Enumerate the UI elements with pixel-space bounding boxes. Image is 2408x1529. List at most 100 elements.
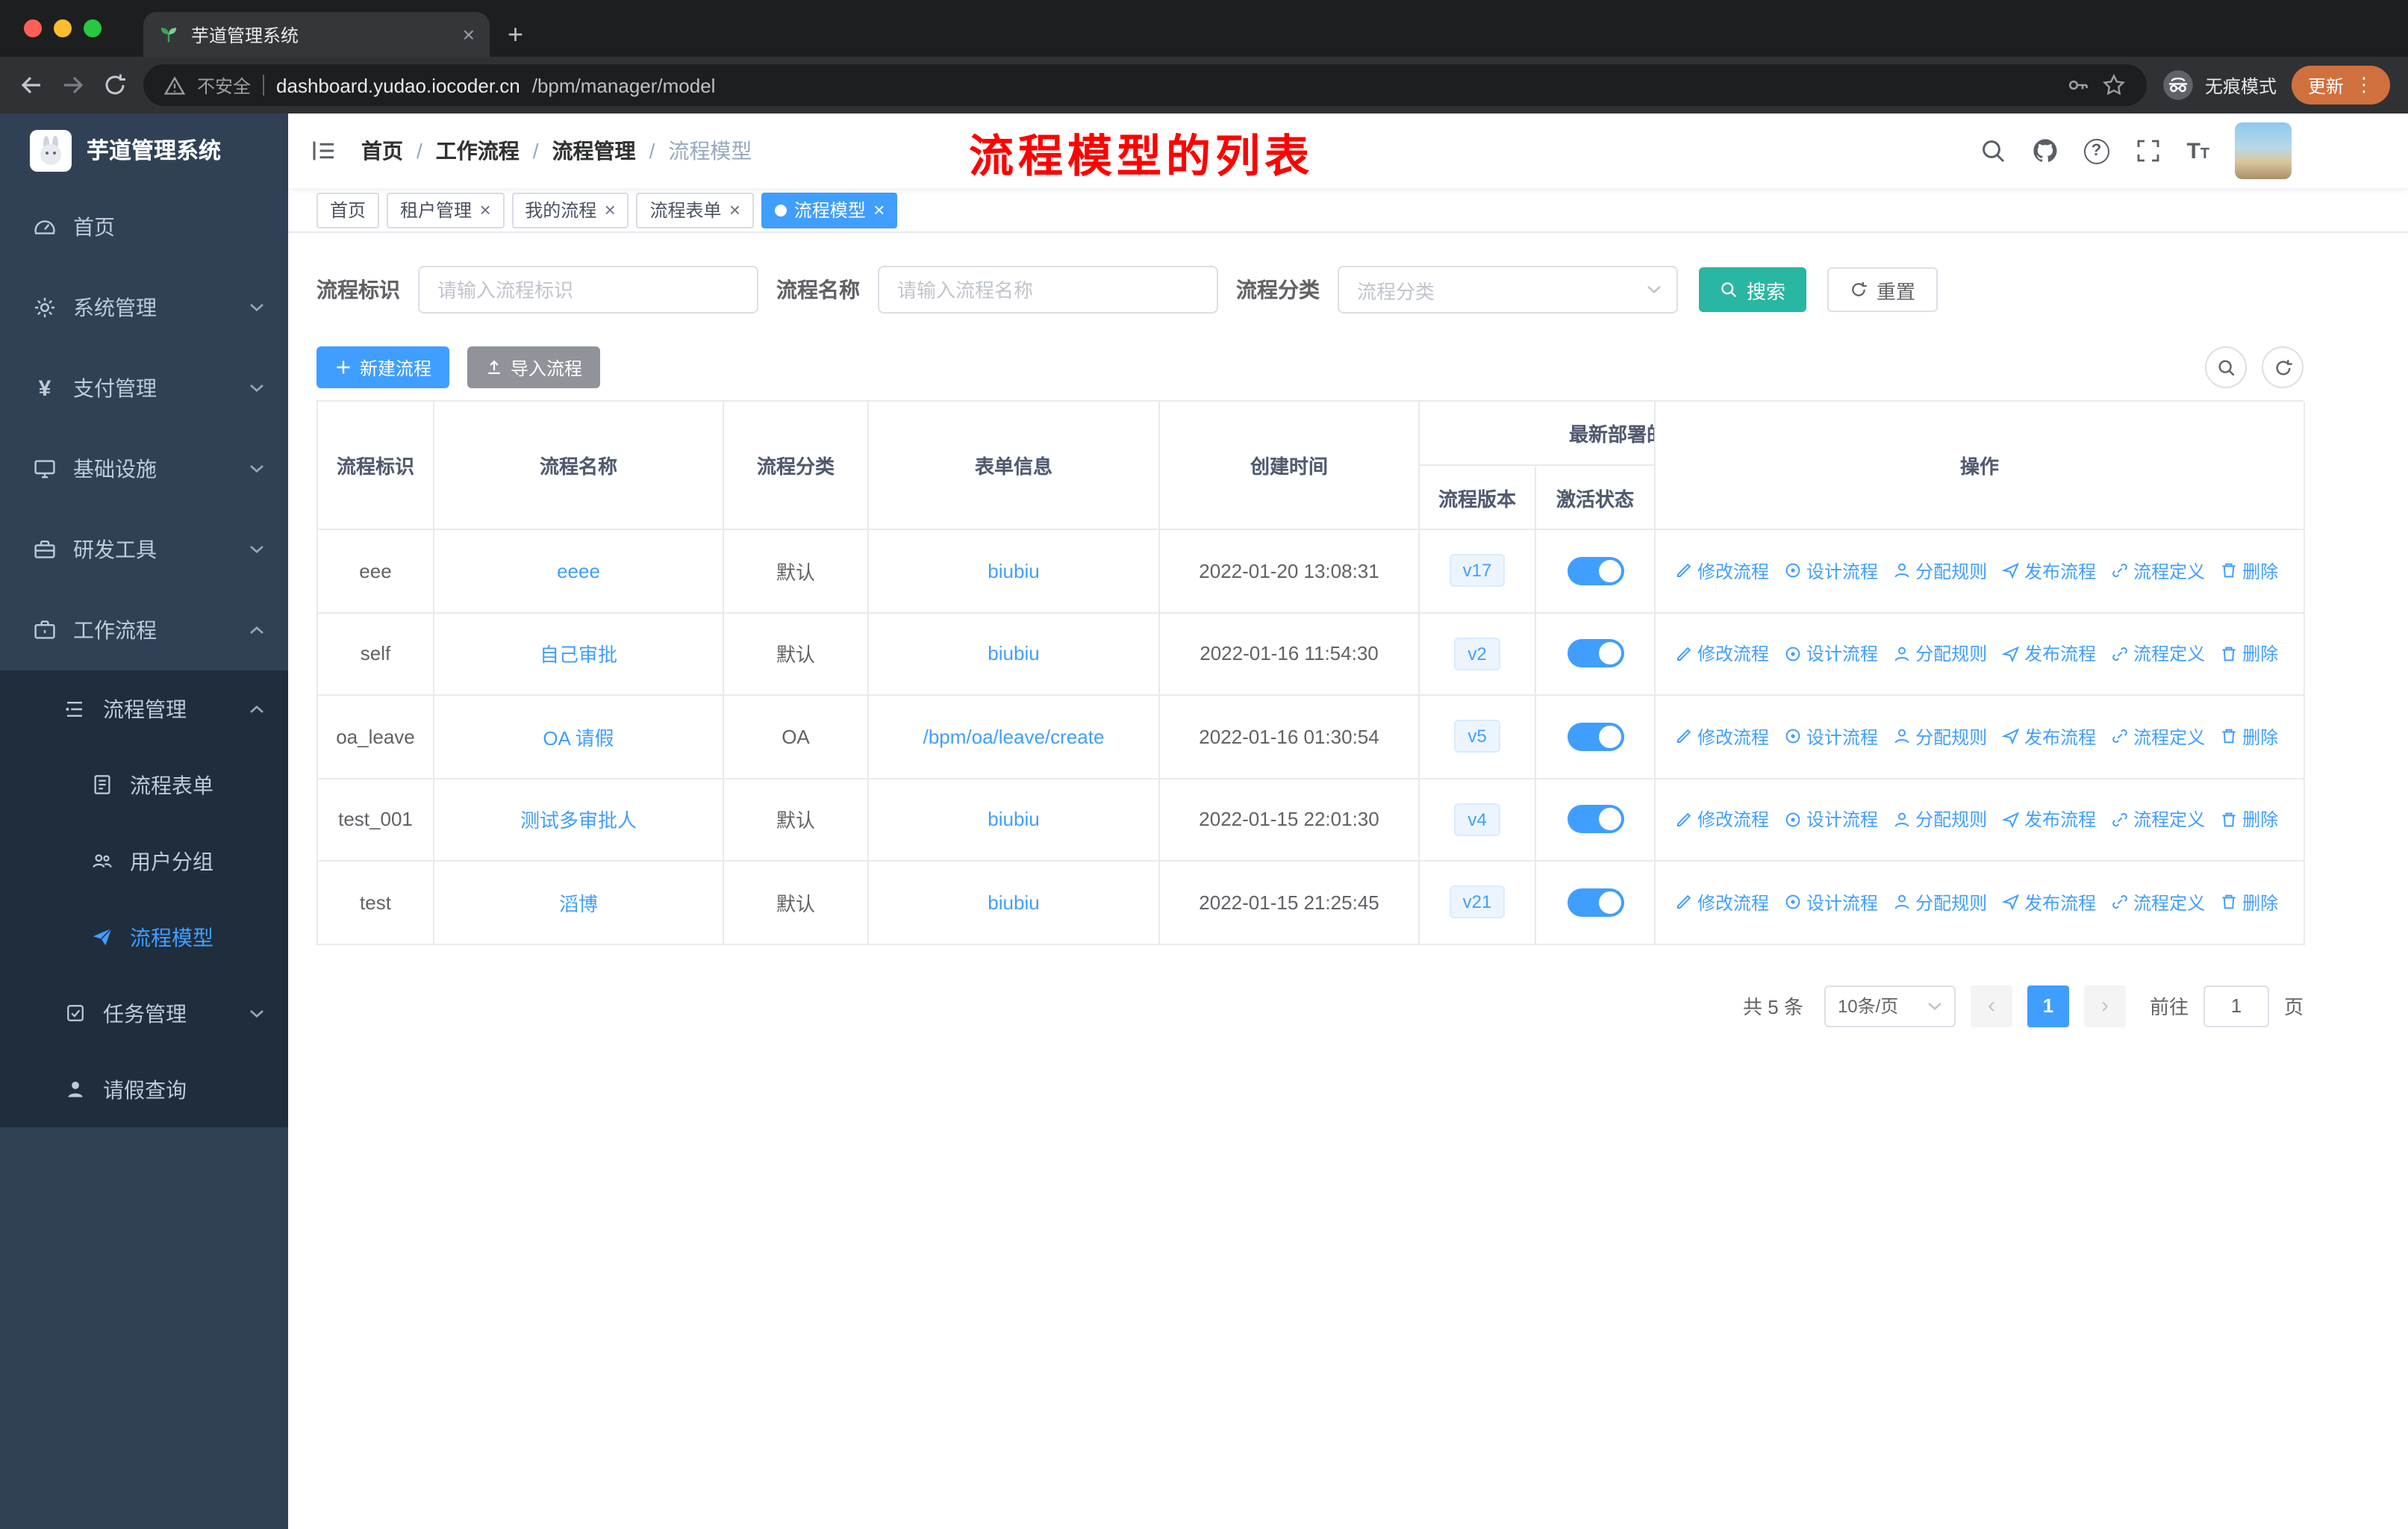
action-modify-process[interactable]: 修改流程 — [1675, 641, 1769, 667]
goto-page-input[interactable] — [2203, 985, 2269, 1027]
breadcrumb-process-management[interactable]: 流程管理 — [552, 136, 636, 166]
sidebar-item-infrastructure[interactable]: 基础设施 — [0, 429, 288, 509]
process-name-link[interactable]: eeee — [557, 560, 600, 582]
action-modify-process[interactable]: 修改流程 — [1675, 890, 1769, 915]
close-icon[interactable]: × — [604, 200, 615, 219]
process-name-link[interactable]: 滔博 — [559, 888, 598, 917]
breadcrumb-home[interactable]: 首页 — [361, 136, 403, 166]
sidebar-item-devtools[interactable]: 研发工具 — [0, 509, 288, 590]
action-modify-process[interactable]: 修改流程 — [1675, 724, 1769, 750]
process-name-link[interactable]: OA 请假 — [543, 723, 614, 751]
close-icon[interactable]: × — [479, 200, 490, 219]
breadcrumb-workflow[interactable]: 工作流程 — [436, 136, 520, 166]
action-publish-process[interactable]: 发布流程 — [2002, 724, 2096, 750]
tab-close-icon[interactable]: × — [463, 24, 475, 45]
active-status-toggle[interactable] — [1567, 888, 1623, 917]
action-design-process[interactable]: 设计流程 — [1784, 724, 1878, 750]
zoom-window-button[interactable] — [84, 19, 102, 37]
form-info-link[interactable]: biubiu — [988, 809, 1039, 831]
page-number-button[interactable]: 1 — [2027, 985, 2069, 1027]
import-process-button[interactable]: 导入流程 — [467, 346, 601, 388]
sidebar-item-process-model[interactable]: 流程模型 — [0, 899, 288, 975]
form-info-link[interactable]: biubiu — [988, 643, 1039, 665]
action-process-definition[interactable]: 流程定义 — [2111, 558, 2205, 584]
next-page-button[interactable]: › — [2083, 985, 2126, 1027]
tag-home[interactable]: 首页 — [316, 192, 380, 228]
action-process-definition[interactable]: 流程定义 — [2111, 641, 2205, 667]
action-delete[interactable]: 删除 — [2220, 558, 2278, 584]
address-bar[interactable]: 不安全 dashboard.yudao.iocoder.cn/bpm/manag… — [143, 64, 2147, 106]
tag-tenant-management[interactable]: 租户管理 × — [387, 192, 505, 228]
action-design-process[interactable]: 设计流程 — [1784, 807, 1878, 832]
browser-menu-icon[interactable]: ⋮ — [2354, 73, 2374, 97]
process-name-input[interactable] — [879, 267, 1217, 312]
sidebar-item-task-management[interactable]: 任务管理 — [0, 975, 288, 1051]
github-icon[interactable] — [2031, 137, 2058, 164]
action-delete[interactable]: 删除 — [2220, 807, 2278, 832]
browser-update-button[interactable]: 更新 ⋮ — [2291, 66, 2390, 105]
sidebar-fold-icon[interactable] — [311, 137, 337, 164]
process-name-link[interactable]: 测试多审批人 — [520, 806, 637, 834]
forward-icon[interactable] — [60, 72, 87, 99]
sidebar-item-process-management[interactable]: 流程管理 — [0, 670, 288, 747]
sidebar-item-payment[interactable]: ¥ 支付管理 — [0, 348, 288, 429]
action-assign-rules[interactable]: 分配规则 — [1893, 807, 1987, 832]
bookmark-star-icon[interactable] — [2102, 73, 2126, 97]
action-assign-rules[interactable]: 分配规则 — [1893, 641, 1987, 667]
active-status-toggle[interactable] — [1567, 639, 1623, 668]
toggle-search-button[interactable] — [2205, 346, 2247, 388]
search-icon[interactable] — [1979, 137, 2006, 164]
sidebar-item-leave-query[interactable]: 请假查询 — [0, 1051, 288, 1127]
action-publish-process[interactable]: 发布流程 — [2002, 807, 2096, 832]
page-size-select[interactable]: 10条/页 — [1824, 985, 1956, 1027]
security-label[interactable]: 不安全 — [197, 72, 251, 98]
action-process-definition[interactable]: 流程定义 — [2111, 807, 2205, 832]
reset-button[interactable]: 重置 — [1827, 267, 1938, 312]
close-icon[interactable]: × — [873, 200, 885, 219]
action-design-process[interactable]: 设计流程 — [1784, 641, 1878, 667]
sidebar-item-user-group[interactable]: 用户分组 — [0, 823, 288, 899]
fullscreen-icon[interactable] — [2134, 137, 2161, 164]
action-assign-rules[interactable]: 分配规则 — [1893, 890, 1987, 915]
close-window-button[interactable] — [24, 19, 42, 37]
tag-process-form[interactable]: 流程表单 × — [636, 192, 754, 228]
action-process-definition[interactable]: 流程定义 — [2111, 890, 2205, 915]
sidebar-item-home[interactable]: 首页 — [0, 187, 288, 267]
action-modify-process[interactable]: 修改流程 — [1675, 558, 1769, 584]
close-icon[interactable]: × — [729, 200, 740, 219]
form-info-link[interactable]: biubiu — [988, 891, 1039, 914]
search-button[interactable]: 搜索 — [1699, 267, 1807, 312]
action-delete[interactable]: 删除 — [2220, 890, 2278, 915]
back-icon[interactable] — [18, 72, 45, 99]
form-info-link[interactable]: /bpm/oa/leave/create — [923, 726, 1105, 748]
browser-tab[interactable]: 芋道管理系统 × — [143, 12, 490, 57]
action-assign-rules[interactable]: 分配规则 — [1893, 724, 1987, 750]
action-design-process[interactable]: 设计流程 — [1784, 558, 1878, 584]
form-info-link[interactable]: biubiu — [988, 560, 1039, 582]
sidebar-item-system[interactable]: 系统管理 — [0, 267, 288, 348]
process-id-input[interactable] — [419, 267, 757, 312]
refresh-table-button[interactable] — [2262, 346, 2303, 388]
action-design-process[interactable]: 设计流程 — [1784, 890, 1878, 915]
tag-process-model[interactable]: 流程模型 × — [761, 192, 898, 228]
process-category-select[interactable]: 流程分类 — [1338, 266, 1678, 314]
user-avatar[interactable] — [2235, 122, 2292, 179]
sidebar-item-workflow[interactable]: 工作流程 — [0, 590, 288, 670]
active-status-toggle[interactable] — [1567, 556, 1623, 585]
action-process-definition[interactable]: 流程定义 — [2111, 724, 2205, 750]
process-name-link[interactable]: 自己审批 — [540, 640, 617, 668]
action-publish-process[interactable]: 发布流程 — [2002, 641, 2096, 667]
action-modify-process[interactable]: 修改流程 — [1675, 807, 1769, 832]
font-size-icon[interactable]: TT — [2186, 140, 2209, 162]
action-publish-process[interactable]: 发布流程 — [2002, 558, 2096, 584]
action-assign-rules[interactable]: 分配规则 — [1893, 558, 1987, 584]
sidebar-item-process-form[interactable]: 流程表单 — [0, 747, 288, 823]
help-icon[interactable]: ? — [2083, 138, 2109, 164]
active-status-toggle[interactable] — [1567, 722, 1623, 751]
security-warning-icon[interactable] — [164, 75, 185, 95]
action-delete[interactable]: 删除 — [2220, 641, 2278, 667]
new-tab-button[interactable]: + — [508, 21, 523, 48]
action-delete[interactable]: 删除 — [2220, 724, 2278, 750]
action-publish-process[interactable]: 发布流程 — [2002, 890, 2096, 915]
prev-page-button[interactable]: ‹ — [1970, 985, 2012, 1027]
